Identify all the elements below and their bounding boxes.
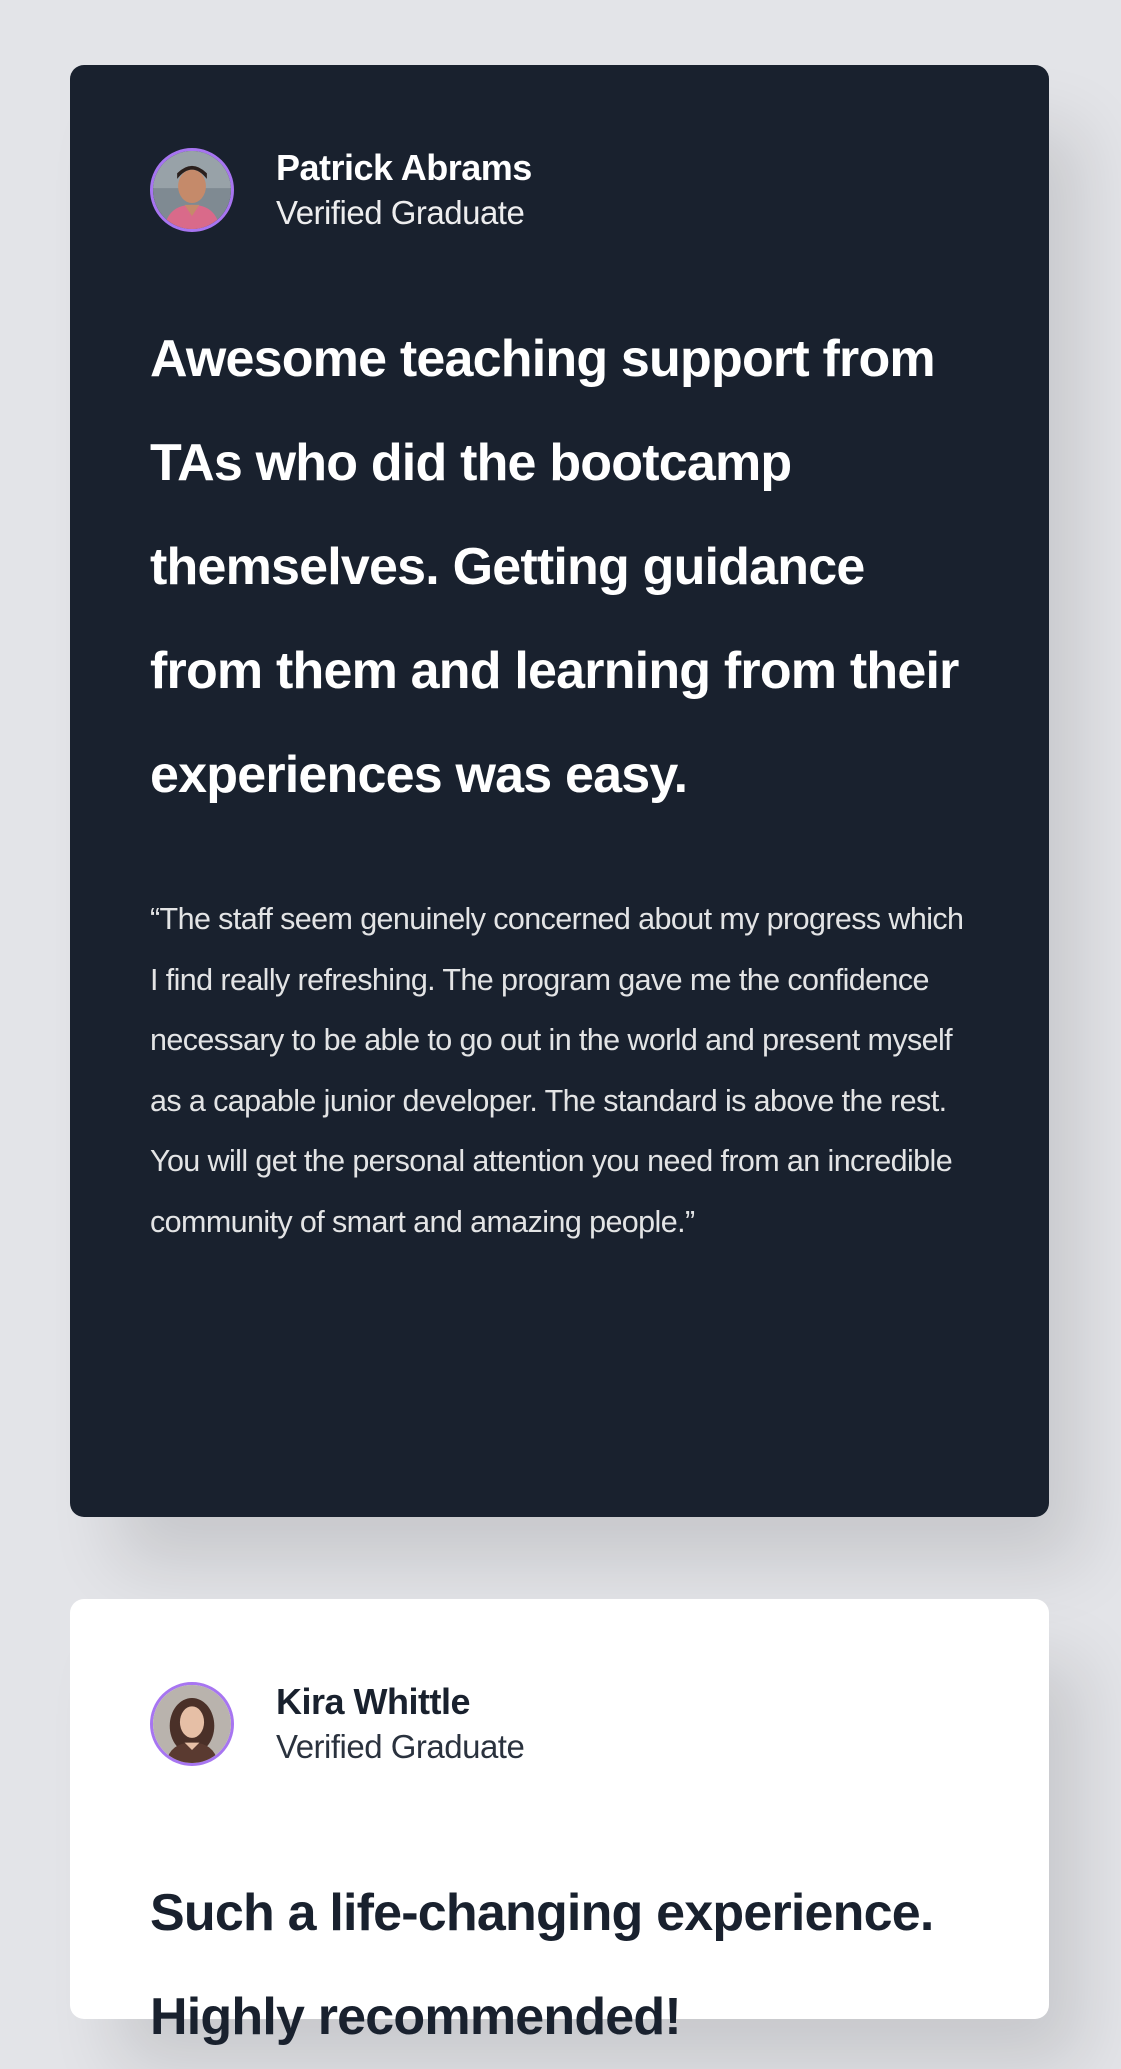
testimonial-quote: “The staff seem genuinely concerned abou… [150, 902, 964, 1239]
author-name: Kira Whittle [276, 1681, 471, 1722]
author-name: Patrick Abrams [276, 147, 532, 188]
kira-avatar [150, 1682, 234, 1766]
testimonial-author: Patrick Abrams Verified Graduate [150, 145, 969, 235]
testimonial-author: Kira Whittle Verified Graduate [150, 1679, 969, 1769]
testimonial-card-patrick: Patrick Abrams Verified Graduate Awesome… [70, 65, 1049, 1517]
testimonial-headline: Such a life-changing experience. Highly … [150, 1884, 934, 2046]
testimonial-card-kira: Kira Whittle Verified Graduate Such a li… [70, 1599, 1049, 2046]
author-status: Verified Graduate [276, 1728, 525, 1765]
author-status: Verified Graduate [276, 194, 525, 231]
testimonial-headline: Awesome teaching support from TAs who di… [150, 330, 959, 804]
patrick-avatar [150, 148, 234, 232]
